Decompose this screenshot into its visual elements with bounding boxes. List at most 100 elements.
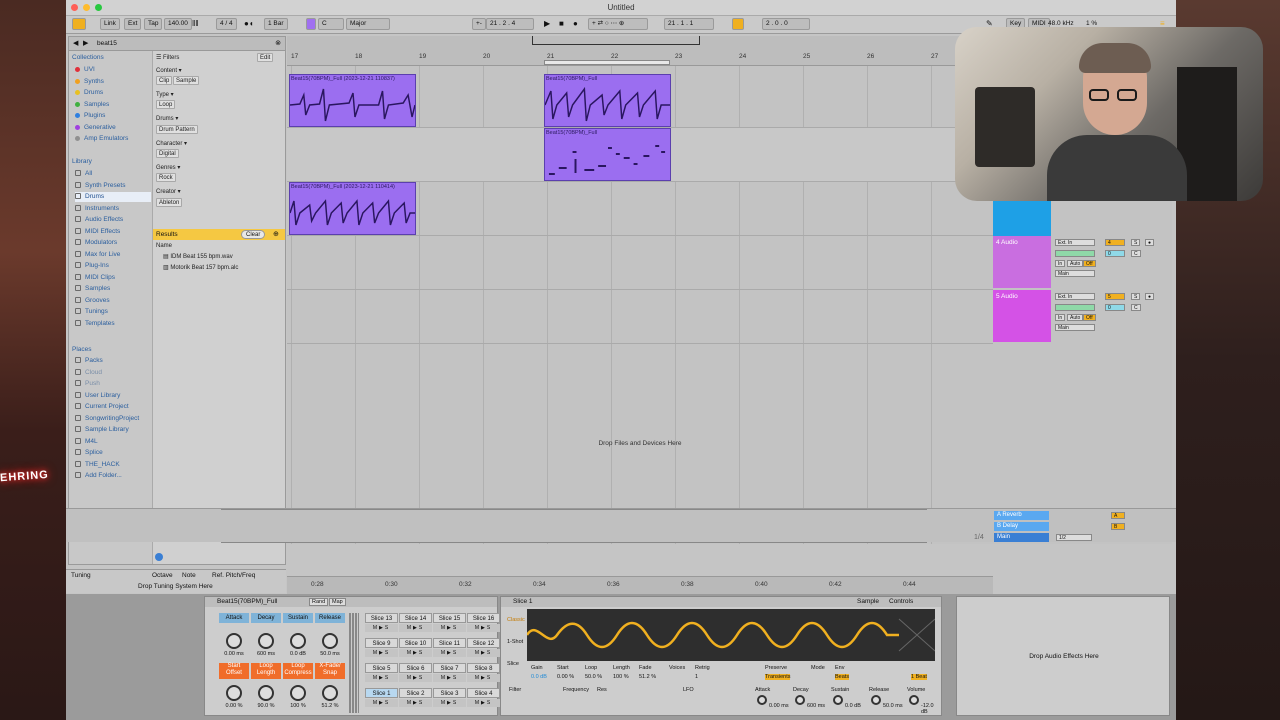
xfade-knob[interactable] xyxy=(322,685,338,701)
slice-mute-solo-buttons[interactable]: M▶S xyxy=(399,674,432,682)
result-item[interactable]: ▤ IDM Beat 155 bpm.wav xyxy=(163,253,233,260)
slice-mute-solo-buttons[interactable]: M▶S xyxy=(399,624,432,632)
place-packs[interactable]: Packs xyxy=(75,356,151,366)
output-select[interactable]: Main xyxy=(1055,270,1095,277)
randomize-button[interactable]: Rand xyxy=(309,598,329,606)
loop-length-field[interactable]: 2 . 0 . 0 xyxy=(762,18,810,30)
simpler-param-value[interactable]: 51.2 % xyxy=(639,674,656,680)
audio-clip[interactable]: Beat15(70BPM)_Full (2023-12-21 110837) xyxy=(289,74,416,127)
place-add-folder[interactable]: Add Folder... xyxy=(75,471,151,481)
loop-compress-knob[interactable] xyxy=(290,685,306,701)
slice-mute-solo-buttons[interactable]: M▶S xyxy=(399,649,432,657)
simpler-param-value[interactable]: 100 % xyxy=(613,674,629,680)
collection-samples[interactable]: Samples xyxy=(75,100,151,110)
output-select[interactable]: Main xyxy=(1055,324,1095,331)
place-the-hack[interactable]: THE_HACK xyxy=(75,460,151,470)
audio-effects-drop-area[interactable]: Drop Audio Effects Here xyxy=(956,596,1170,716)
arrangement-position-field[interactable]: 21 . 2 . 4 xyxy=(486,18,534,30)
scale-select[interactable]: Major xyxy=(346,18,390,30)
key-select[interactable]: C xyxy=(318,18,344,30)
record-icon[interactable]: ● xyxy=(573,18,578,30)
library-item-max-for-live[interactable]: Max for Live xyxy=(75,250,151,260)
track-lane-5[interactable] xyxy=(287,290,993,344)
slice-mute-solo-buttons[interactable]: M▶S xyxy=(365,649,398,657)
slice-pad[interactable]: Slice 9 xyxy=(365,638,398,648)
metronome-icon[interactable]: ‖‖ xyxy=(192,18,199,30)
slice-mute-solo-buttons[interactable]: M▶S xyxy=(467,624,500,632)
slice-pad[interactable]: Slice 7 xyxy=(433,663,466,673)
stop-icon[interactable]: ■ xyxy=(559,18,564,30)
filter-type-label[interactable]: Type ▾ xyxy=(156,91,174,98)
slice-mute-solo-buttons[interactable]: M▶S xyxy=(365,624,398,632)
library-item-modulators[interactable]: Modulators xyxy=(75,238,151,248)
return-track-b[interactable]: B Delay xyxy=(994,522,1049,531)
volume-field[interactable]: 0 xyxy=(1105,304,1125,311)
slice-pad[interactable]: Slice 5 xyxy=(365,663,398,673)
library-item-drums[interactable]: Drums xyxy=(75,192,151,202)
amp-knob[interactable] xyxy=(871,695,881,705)
filter-tag-drum-pattern[interactable]: Drum Pattern xyxy=(156,125,198,134)
pan-field[interactable]: C xyxy=(1131,250,1141,257)
back-icon[interactable]: ◀ xyxy=(73,39,78,47)
monitor-in-button[interactable]: In xyxy=(1055,260,1066,267)
filter-tag-loop[interactable]: Loop xyxy=(156,100,176,109)
track-header-4-audio[interactable]: 4 Audio xyxy=(993,236,1051,288)
forward-icon[interactable]: ▶ xyxy=(83,39,88,47)
slice-mute-solo-buttons[interactable]: M▶S xyxy=(433,624,466,632)
clear-search-icon[interactable]: ⊗ xyxy=(275,39,281,47)
add-icon[interactable]: ⊕ xyxy=(273,229,279,240)
simpler-title-bar[interactable]: Slice 1 Sample Controls xyxy=(501,597,941,607)
filter-drums-label[interactable]: Drums ▾ xyxy=(156,115,178,122)
result-item[interactable]: ▥ Motorik Beat 157 bpm.alc xyxy=(163,264,238,271)
simpler-param-value[interactable]: 1 xyxy=(695,674,698,680)
monitor-auto-button[interactable]: Auto xyxy=(1067,314,1084,321)
library-item-grooves[interactable]: Grooves xyxy=(75,296,151,306)
filter-creator-label[interactable]: Creator ▾ xyxy=(156,188,181,195)
slice-pad[interactable]: Slice 13 xyxy=(365,613,398,623)
audio-clip[interactable]: Beat15(70BPM)_Full xyxy=(544,74,671,127)
monitor-off-button[interactable]: Off xyxy=(1083,314,1096,321)
track-lane-4[interactable] xyxy=(287,236,993,290)
arm-button[interactable]: ● xyxy=(1145,293,1155,300)
filter-character-label[interactable]: Character ▾ xyxy=(156,140,187,147)
collection-plugins[interactable]: Plugins xyxy=(75,111,151,121)
beat-ruler[interactable]: 17 18 19 20 21 22 23 24 25 26 27 xyxy=(287,36,993,66)
slice-mute-solo-buttons[interactable]: M▶S xyxy=(365,674,398,682)
scale-mode-icon[interactable] xyxy=(306,18,316,30)
return-track-a[interactable]: A Reverb xyxy=(994,511,1049,520)
loop-toggle-icon[interactable] xyxy=(732,18,744,30)
return-b-label[interactable]: B xyxy=(1111,523,1125,530)
slice-pad[interactable]: Slice 1 xyxy=(365,688,398,698)
mode-one-shot[interactable]: 1-Shot xyxy=(507,639,523,645)
metronome-toggle-icon[interactable]: ●◖ xyxy=(244,18,254,30)
slice-pad[interactable]: Slice 6 xyxy=(399,663,432,673)
filter-tag-sample[interactable]: Sample xyxy=(173,76,200,85)
collection-amp-emulators[interactable]: Amp Emulators xyxy=(75,134,151,144)
library-item-tunings[interactable]: Tunings xyxy=(75,307,151,317)
slice-pad[interactable]: Slice 15 xyxy=(433,613,466,623)
time-ruler[interactable]: 0:28 0:30 0:32 0:34 0:36 0:38 0:40 0:42 … xyxy=(287,576,993,594)
simpler-param-value[interactable]: 0.0 dB xyxy=(531,674,547,680)
filter-genres-label[interactable]: Genres ▾ xyxy=(156,164,180,171)
collection-generative[interactable]: Generative xyxy=(75,123,151,133)
solo-button[interactable]: S xyxy=(1131,293,1141,300)
place-songwriting-project[interactable]: SongwritingProject xyxy=(75,414,151,424)
library-item-synth-presets[interactable]: Synth Presets xyxy=(75,181,151,191)
simpler-param-value[interactable]: 1 Beat xyxy=(911,674,927,680)
decay-knob[interactable] xyxy=(258,633,274,649)
library-item-plugins[interactable]: Plug-Ins xyxy=(75,261,151,271)
ext-sync-button[interactable]: Ext xyxy=(124,18,142,30)
place-cloud[interactable]: Cloud xyxy=(75,368,151,378)
slice-mute-solo-buttons[interactable]: M▶S xyxy=(467,649,500,657)
tuning-drop-zone[interactable]: Drop Tuning System Here xyxy=(138,583,213,590)
slice-mute-solo-buttons[interactable]: M▶S xyxy=(467,699,500,707)
slice-pad[interactable]: Slice 2 xyxy=(399,688,432,698)
loop-start-field[interactable]: 21 . 1 . 1 xyxy=(664,18,714,30)
pan-field[interactable]: C xyxy=(1131,304,1141,311)
pad-overview[interactable] xyxy=(349,613,359,713)
search-input[interactable]: beat15 xyxy=(97,40,117,47)
filter-tag-clip[interactable]: Clip xyxy=(156,76,173,85)
library-item-midi-clips[interactable]: MIDI Clips xyxy=(75,273,151,283)
tap-tempo-button[interactable]: Tap xyxy=(144,18,163,30)
slice-pad[interactable]: Slice 11 xyxy=(433,638,466,648)
